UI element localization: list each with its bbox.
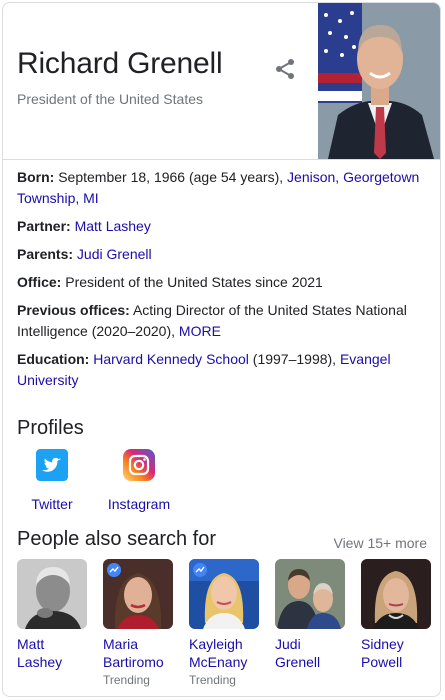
person-first-name: Sidney bbox=[361, 636, 404, 652]
person-kayleigh-mcenany[interactable]: Kayleigh McEnany Trending bbox=[189, 559, 261, 688]
person-last-name: Lashey bbox=[17, 654, 63, 670]
entity-subtitle: President of the United States bbox=[17, 91, 203, 107]
fact-value: President of the United States since 202… bbox=[61, 274, 323, 290]
fact-label: Parents: bbox=[17, 246, 74, 262]
fact-born: Born: September 18, 1966 (age 54 years),… bbox=[17, 167, 427, 209]
person-last-name: Grenell bbox=[275, 654, 321, 670]
person-sidney-powell[interactable]: Sidney Powell bbox=[361, 559, 433, 671]
fact-previous-offices: Previous offices: Acting Director of the… bbox=[17, 300, 427, 342]
profiles-row: Twitter Instagram bbox=[17, 449, 317, 512]
parents-link[interactable]: Judi Grenell bbox=[77, 246, 152, 262]
person-first-name: Maria bbox=[103, 636, 139, 652]
trending-icon bbox=[107, 563, 121, 577]
person-judi-grenell[interactable]: Judi Grenell bbox=[275, 559, 347, 671]
person-last-name: McEnany bbox=[189, 654, 248, 670]
person-last-name: Powell bbox=[361, 654, 403, 670]
trending-icon bbox=[193, 563, 207, 577]
fact-label: Partner: bbox=[17, 218, 71, 234]
knowledge-panel: Richard Grenell President of the United … bbox=[2, 2, 441, 697]
person-last-name: Bartiromo bbox=[103, 654, 164, 670]
entity-portrait[interactable] bbox=[318, 3, 440, 159]
person-first-name: Judi bbox=[275, 636, 301, 652]
partner-link[interactable]: Matt Lashey bbox=[75, 218, 151, 234]
instagram-profile[interactable]: Instagram bbox=[99, 449, 179, 512]
harvard-link[interactable]: Harvard Kennedy School bbox=[93, 351, 249, 367]
person-first-name: Matt bbox=[17, 636, 45, 652]
twitter-icon bbox=[36, 449, 68, 481]
fact-label: Office: bbox=[17, 274, 62, 290]
instagram-icon bbox=[123, 449, 155, 481]
twitter-profile[interactable]: Twitter bbox=[12, 449, 92, 512]
more-link[interactable]: MORE bbox=[179, 323, 221, 339]
person-matt-lashey[interactable]: Matt Lashey bbox=[17, 559, 89, 671]
person-maria-bartiromo[interactable]: Maria Bartiromo Trending bbox=[103, 559, 175, 688]
fact-label: Previous offices: bbox=[17, 302, 130, 318]
panel-header: Richard Grenell President of the United … bbox=[3, 3, 440, 160]
person-avatar bbox=[361, 559, 431, 629]
facts-list: Born: September 18, 1966 (age 54 years),… bbox=[17, 167, 427, 398]
twitter-label: Twitter bbox=[31, 496, 73, 512]
people-carousel: Matt Lashey Maria Bartiromo Trending Kay… bbox=[17, 559, 437, 689]
person-avatar bbox=[17, 559, 87, 629]
entity-name: Richard Grenell bbox=[17, 47, 223, 80]
person-avatar bbox=[103, 559, 173, 629]
fact-label: Born: bbox=[17, 169, 55, 185]
fact-parents: Parents: Judi Grenell bbox=[17, 244, 427, 265]
view-more-link[interactable]: View 15+ more bbox=[333, 535, 427, 551]
fact-partner: Partner: Matt Lashey bbox=[17, 216, 427, 237]
trending-label: Trending bbox=[189, 673, 236, 687]
fact-office: Office: President of the United States s… bbox=[17, 272, 427, 293]
fact-education: Education: Harvard Kennedy School (1997–… bbox=[17, 349, 427, 391]
person-first-name: Kayleigh bbox=[189, 636, 243, 652]
person-avatar bbox=[189, 559, 259, 629]
profiles-title: Profiles bbox=[17, 417, 84, 439]
trending-label: Trending bbox=[103, 673, 150, 687]
person-avatar bbox=[275, 559, 345, 629]
instagram-label: Instagram bbox=[107, 496, 171, 512]
fact-value: September 18, 1966 (age 54 years), bbox=[54, 169, 288, 185]
people-title: People also search for bbox=[17, 528, 217, 550]
fact-label: Education: bbox=[17, 351, 90, 367]
share-icon[interactable] bbox=[273, 57, 297, 81]
fact-value: (1997–1998), bbox=[248, 351, 340, 367]
